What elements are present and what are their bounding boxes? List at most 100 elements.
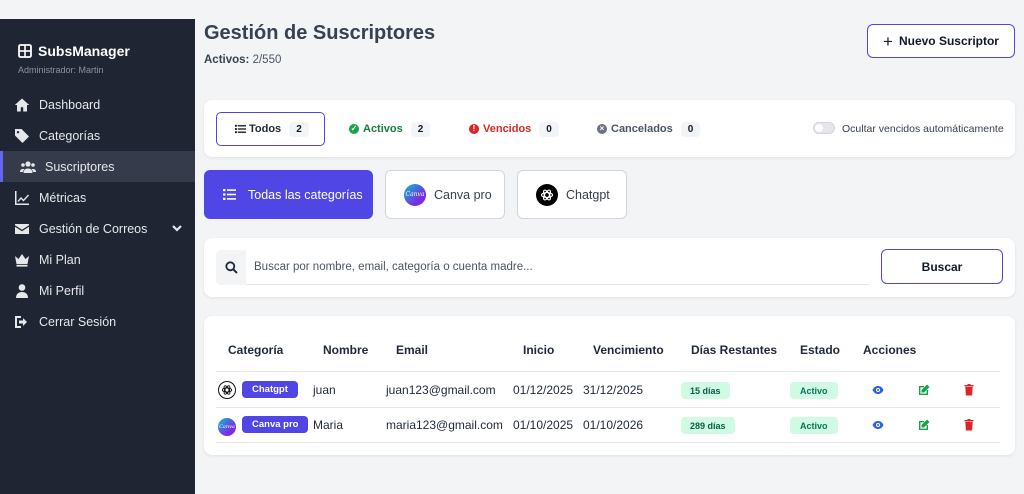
tab-cancelados[interactable]: × Cancelados 0 xyxy=(597,112,701,146)
user-icon xyxy=(12,283,32,299)
list-icon xyxy=(235,124,246,134)
edit-icon[interactable] xyxy=(917,383,931,397)
sidebar-item-categorias[interactable]: Categorías xyxy=(0,120,195,151)
page-title: Gestión de Suscriptores xyxy=(204,22,436,44)
chevron-down-icon[interactable] xyxy=(171,222,183,234)
status-badge: Activo xyxy=(790,382,838,399)
category-badge: Chatgpt xyxy=(242,381,298,398)
sidebar-item-cerrar-sesion[interactable]: Cerrar Sesión xyxy=(0,306,195,337)
sidebar-item-mi-plan[interactable]: Mi Plan xyxy=(0,244,195,275)
new-subscriber-button[interactable]: + Nuevo Suscriptor xyxy=(867,24,1015,58)
days-badge: 15 días xyxy=(681,382,730,399)
brand-name: SubsManager xyxy=(38,43,130,59)
sidebar-item-label: Categorías xyxy=(39,128,101,143)
column-header: Estado xyxy=(800,343,841,357)
cell-name: Maria xyxy=(313,418,344,432)
days-badge: 289 días xyxy=(681,417,735,434)
category-badge: Canva pro xyxy=(242,416,309,433)
eye-icon[interactable] xyxy=(871,418,885,432)
category-label: Canva pro xyxy=(434,187,492,202)
tab-label: Vencidos xyxy=(483,123,532,135)
tab-label: Cancelados xyxy=(611,123,673,135)
check-circle-icon: ✓ xyxy=(349,124,359,134)
tab-todos[interactable]: Todos 2 xyxy=(216,112,325,146)
sidebar-nav: Dashboard Categorías Suscriptores Métric… xyxy=(0,89,195,337)
sidebar-item-metricas[interactable]: Métricas xyxy=(0,182,195,213)
cell-start: 01/12/2025 xyxy=(513,383,574,397)
column-header: Categoría xyxy=(228,343,284,357)
eye-icon[interactable] xyxy=(871,383,885,397)
column-header: Días Restantes xyxy=(691,343,778,357)
exclamation-circle-icon: ! xyxy=(469,124,479,134)
sidebar-item-mi-perfil[interactable]: Mi Perfil xyxy=(0,275,195,306)
sidebar-item-label: Mi Plan xyxy=(39,252,81,267)
sidebar-item-label: Dashboard xyxy=(39,97,101,112)
trash-icon[interactable] xyxy=(962,383,976,397)
column-header: Email xyxy=(396,343,429,357)
sidebar-item-suscriptores[interactable]: Suscriptores xyxy=(0,151,195,182)
tab-count: 2 xyxy=(410,121,431,137)
sidebar-item-label: Gestión de Correos xyxy=(39,221,148,236)
home-icon xyxy=(12,97,32,113)
row-divider xyxy=(216,442,1000,443)
category-logo xyxy=(218,381,236,399)
search-icon xyxy=(216,250,246,285)
sidebar-item-dashboard[interactable]: Dashboard xyxy=(0,89,195,120)
active-count-value: 2/550 xyxy=(252,54,282,66)
brand[interactable]: SubsManager xyxy=(18,43,130,59)
column-header: Vencimiento xyxy=(593,343,664,357)
category-all-button[interactable]: Todas las categorías xyxy=(204,170,373,219)
active-count-label: Activos: xyxy=(204,54,250,66)
edit-icon[interactable] xyxy=(917,418,931,432)
tab-count: 0 xyxy=(539,121,559,137)
list-icon xyxy=(223,189,236,200)
cell-name: juan xyxy=(313,383,336,397)
subscribers-table: Categoría Nombre Email Inicio Vencimient… xyxy=(204,316,1015,455)
search-button[interactable]: Buscar xyxy=(881,249,1003,284)
envelope-icon xyxy=(12,221,32,237)
hide-expired-label: Ocultar vencidos automáticamente xyxy=(842,123,1004,135)
chart-line-icon xyxy=(12,190,32,206)
column-header: Nombre xyxy=(323,343,369,357)
category-all-label: Todas las categorías xyxy=(248,187,363,202)
tab-count: 2 xyxy=(289,121,309,137)
header-divider xyxy=(216,371,1000,372)
table-icon xyxy=(18,44,32,58)
openai-logo-icon xyxy=(218,381,236,399)
cell-end: 01/10/2026 xyxy=(583,418,644,432)
admin-label: Administrador: Martin xyxy=(18,65,104,75)
category-logo: Canva xyxy=(218,416,236,436)
openai-logo-icon xyxy=(536,183,558,206)
search-bar: Buscar xyxy=(204,238,1015,297)
category-chatgpt-button[interactable]: Chatgpt xyxy=(517,170,627,219)
sidebar-item-gestion-correos[interactable]: Gestión de Correos xyxy=(0,213,195,244)
status-badge: Activo xyxy=(790,417,838,434)
times-circle-icon: × xyxy=(597,124,607,134)
top-strip xyxy=(0,0,195,19)
new-subscriber-label: Nuevo Suscriptor xyxy=(898,34,999,48)
cell-start: 01/10/2025 xyxy=(513,418,574,432)
sidebar-item-label: Suscriptores xyxy=(45,159,115,174)
sidebar-item-label: Mi Perfil xyxy=(39,283,85,298)
tab-activos[interactable]: ✓ Activos 2 xyxy=(349,112,431,146)
trash-icon[interactable] xyxy=(962,418,976,432)
users-icon xyxy=(18,159,38,175)
search-input[interactable] xyxy=(246,250,870,285)
cell-email: maria123@gmail.com xyxy=(386,418,503,432)
active-count: Activos: 2/550 xyxy=(204,54,281,66)
sidebar-item-label: Cerrar Sesión xyxy=(39,314,117,329)
tab-label: Todos xyxy=(249,123,282,135)
sidebar-item-label: Métricas xyxy=(39,190,87,205)
column-header: Inicio xyxy=(523,343,555,357)
cell-end: 31/12/2025 xyxy=(583,383,644,397)
row-divider xyxy=(216,407,1000,408)
category-label: Chatgpt xyxy=(566,187,610,202)
sign-out-icon xyxy=(12,314,32,330)
tab-count: 0 xyxy=(680,121,701,137)
hide-expired-toggle[interactable] xyxy=(813,122,835,134)
crown-icon xyxy=(12,252,32,268)
category-canva-button[interactable]: Canva Canva pro xyxy=(385,170,505,219)
tag-icon xyxy=(12,128,32,144)
tab-vencidos[interactable]: ! Vencidos 0 xyxy=(469,112,559,146)
tab-label: Activos xyxy=(363,123,403,135)
